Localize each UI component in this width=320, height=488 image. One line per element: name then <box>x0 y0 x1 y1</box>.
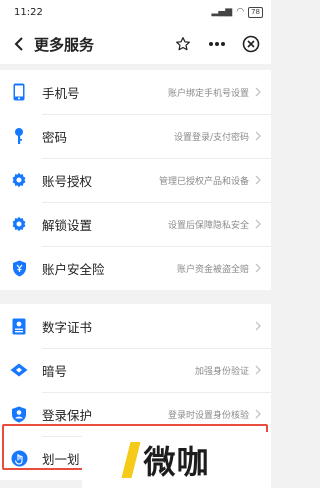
favorite-button[interactable] <box>173 34 193 54</box>
row-desc: 账户绑定手机号设置 <box>167 88 249 99</box>
row-desc: 登录时设置身份核验 <box>167 410 249 421</box>
row-label: 手机号 <box>42 85 80 101</box>
row-label: 账户安全险 <box>42 261 105 277</box>
row-desc: 设置登录/支付密码 <box>173 132 249 143</box>
chevron-right-icon <box>255 175 263 185</box>
row-account-insurance[interactable]: 账户安全险 账户资金被盗全赔 <box>0 246 271 290</box>
row-account-authorization[interactable]: 账号授权 管理已授权产品和设备 <box>0 158 271 202</box>
close-circle-icon <box>242 35 260 53</box>
chevron-right-icon <box>255 263 263 273</box>
row-desc: 管理已授权产品和设备 <box>158 176 249 187</box>
row-desc: 设置后保障隐私安全 <box>167 220 249 231</box>
user-shield-icon <box>10 404 28 424</box>
battery-icon: 78 <box>248 6 263 18</box>
account-settings-group: 手机号 账户绑定手机号设置 密码 设置登录/支付密码 账号授权 管理已授权产品和… <box>0 70 271 290</box>
certificate-icon <box>10 316 28 336</box>
chevron-right-icon <box>255 409 263 419</box>
row-label: 密码 <box>42 129 68 145</box>
signal-icon: ▂▄▆ <box>211 7 233 17</box>
watermark-text: 微咖 <box>143 443 210 481</box>
phone-icon <box>10 82 28 102</box>
row-label: 账号授权 <box>42 173 93 189</box>
key-icon <box>10 126 28 146</box>
row-login-protection[interactable]: 登录保护 登录时设置身份核验 <box>0 392 271 436</box>
row-label: 暗号 <box>42 363 68 379</box>
row-secret-code[interactable]: 暗号 加强身份验证 <box>0 348 271 392</box>
gear-icon <box>10 214 28 234</box>
row-label: 数字证书 <box>42 319 93 335</box>
row-label: 解锁设置 <box>42 217 93 233</box>
status-time: 11:22 <box>14 6 43 18</box>
gear-icon <box>10 170 28 190</box>
chevron-right-icon <box>255 321 263 331</box>
chevron-right-icon <box>255 365 263 375</box>
row-desc: 账户资金被盗全赔 <box>176 264 249 275</box>
row-desc: 加强身份验证 <box>194 366 249 377</box>
status-bar: 11:22 ▂▄▆ ◠ 78 <box>0 0 271 24</box>
watermark-logo: 微咖 <box>82 432 271 488</box>
swipe-icon <box>10 448 28 468</box>
page-title: 更多服务 <box>34 35 95 54</box>
diamond-icon <box>10 360 28 380</box>
row-unlock-settings[interactable]: 解锁设置 设置后保障隐私安全 <box>0 202 271 246</box>
more-dots-icon <box>209 42 225 46</box>
nav-bar: 更多服务 <box>0 24 271 64</box>
more-button[interactable] <box>207 34 227 54</box>
wifi-icon: ◠ <box>236 7 245 17</box>
back-button[interactable] <box>8 33 30 55</box>
chevron-left-icon <box>14 37 23 51</box>
chevron-right-icon <box>255 131 263 141</box>
close-button[interactable] <box>241 34 261 54</box>
row-phone[interactable]: 手机号 账户绑定手机号设置 <box>0 70 271 114</box>
star-icon <box>176 37 190 51</box>
chevron-right-icon <box>255 219 263 229</box>
row-password[interactable]: 密码 设置登录/支付密码 <box>0 114 271 158</box>
row-digital-certificate[interactable]: 数字证书 <box>0 304 271 348</box>
row-label: 登录保护 <box>42 407 93 423</box>
shield-yen-icon <box>10 258 28 278</box>
chevron-right-icon <box>255 87 263 97</box>
